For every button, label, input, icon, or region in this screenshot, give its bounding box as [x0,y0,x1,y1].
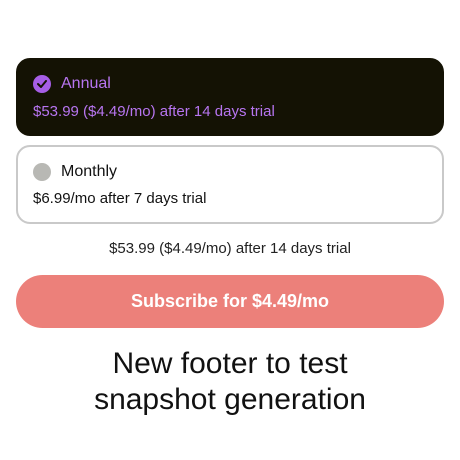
footer-text: New footer to test snapshot generation [0,346,460,418]
plan-option-monthly[interactable]: Monthly $6.99/mo after 7 days trial [16,145,444,224]
paywall-screen: Annual $53.99 ($4.49/mo) after 14 days t… [0,0,460,460]
plan-title-row: Monthly [33,163,117,181]
plan-title-row: Annual [33,75,111,93]
plan-detail-annual: $53.99 ($4.49/mo) after 14 days trial [33,103,275,120]
empty-circle-icon [33,163,51,181]
checkmark-circle-icon [33,75,51,93]
subscribe-button[interactable]: Subscribe for $4.49/mo [16,275,444,328]
plan-option-annual[interactable]: Annual $53.99 ($4.49/mo) after 14 days t… [16,58,444,136]
plan-detail-monthly: $6.99/mo after 7 days trial [33,190,207,207]
footer-line-2: snapshot generation [94,383,366,416]
footer-line-1: New footer to test [112,347,348,380]
selected-plan-summary: $53.99 ($4.49/mo) after 14 days trial [109,240,351,257]
plan-title-monthly: Monthly [61,163,118,180]
plan-title-annual: Annual [61,75,111,92]
